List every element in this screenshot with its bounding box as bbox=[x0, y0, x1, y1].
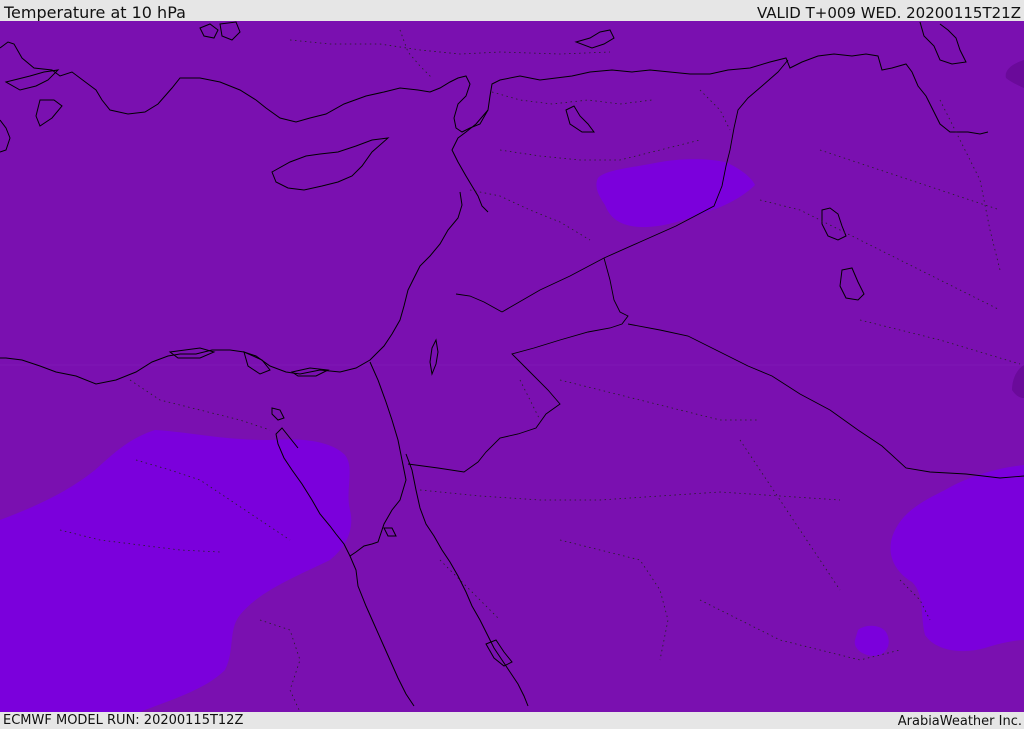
header-bar: Temperature at 10 hPa VALID T+009 WED. 2… bbox=[0, 0, 1024, 22]
model-run-label: ECMWF MODEL RUN: 20200115T12Z bbox=[3, 713, 244, 728]
footer-bar: ECMWF MODEL RUN: 20200115T12Z ArabiaWeat… bbox=[0, 712, 1024, 729]
map-canvas bbox=[0, 21, 1024, 712]
weather-map-frame: Temperature at 10 hPa VALID T+009 WED. 2… bbox=[0, 0, 1024, 729]
credit-label: ArabiaWeather Inc. bbox=[897, 714, 1022, 729]
map-title: Temperature at 10 hPa bbox=[4, 3, 186, 22]
valid-time-label: VALID T+009 WED. 20200115T21Z bbox=[756, 4, 1021, 22]
temperature-map[interactable] bbox=[0, 21, 1024, 712]
